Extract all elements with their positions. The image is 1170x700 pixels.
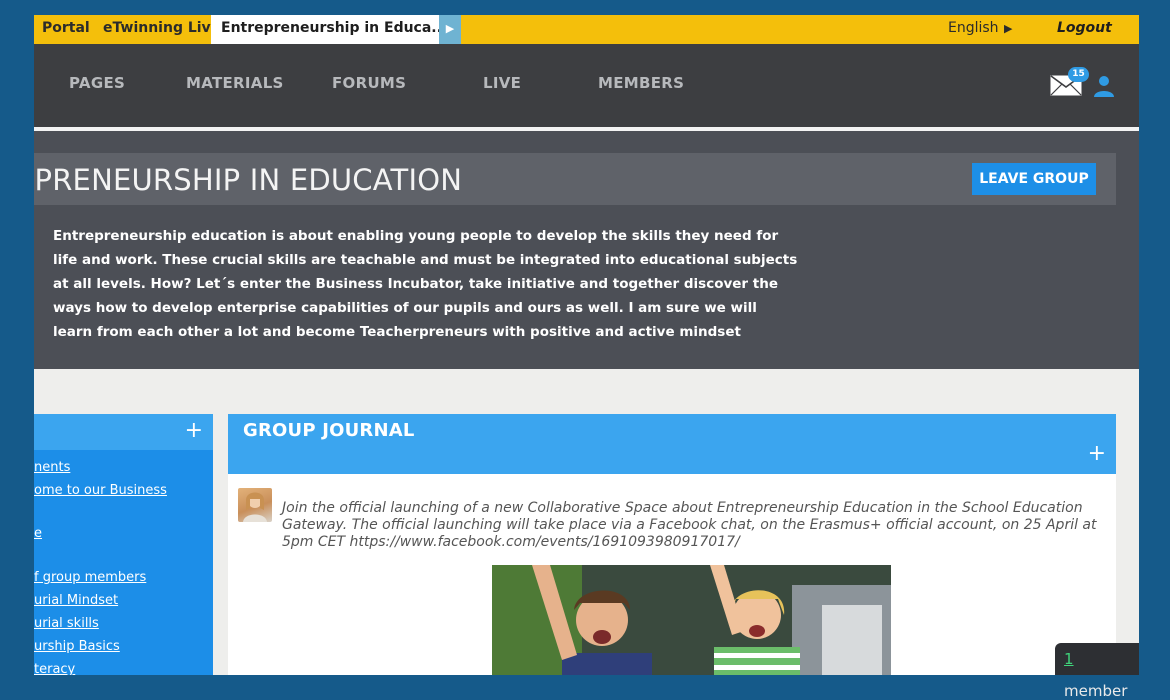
nav-materials[interactable]: MATERIALS xyxy=(186,74,284,92)
journal-post-text: Join the official launching of a new Col… xyxy=(282,500,1097,550)
title-bar: EPRENEURSHIP IN EDUCATION xyxy=(34,153,1116,205)
journal-title: GROUP JOURNAL xyxy=(243,420,415,441)
member-count[interactable]: 1 xyxy=(1064,650,1074,668)
page-frame: Portal eTwinning Live Entrepreneurship i… xyxy=(34,15,1139,675)
mail-badge: 15 xyxy=(1068,67,1089,82)
etwinning-live-link[interactable]: eTwinning Live xyxy=(103,15,220,44)
journal-expand-plus-icon[interactable]: + xyxy=(1088,441,1106,466)
language-arrow-icon[interactable]: ▶ xyxy=(1004,15,1012,44)
portal-link[interactable]: Portal xyxy=(42,15,90,44)
logout-link[interactable]: Logout xyxy=(1057,15,1112,44)
post-image[interactable] xyxy=(492,565,891,675)
left-link-1[interactable]: nents xyxy=(34,460,70,475)
left-link-8[interactable]: teracy xyxy=(34,662,75,675)
group-title: EPRENEURSHIP IN EDUCATION xyxy=(34,163,463,197)
play-icon[interactable]: ▶ xyxy=(439,15,461,44)
group-journal: GROUP JOURNAL + Join the official launch… xyxy=(228,414,1116,675)
left-link-4[interactable]: f group members xyxy=(34,570,146,585)
left-link-2[interactable]: ome to our Business xyxy=(34,483,167,498)
nav-live[interactable]: LIVE xyxy=(483,74,521,92)
group-description: Entrepreneurship education is about enab… xyxy=(53,228,798,340)
left-link-7[interactable]: urship Basics xyxy=(34,639,120,654)
user-icon[interactable] xyxy=(1092,74,1116,98)
main-nav: PAGES MATERIALS FORUMS LIVE MEMBERS 15 xyxy=(34,44,1139,127)
left-panel-header: + xyxy=(34,414,213,450)
leave-group-button[interactable]: LEAVE GROUP xyxy=(972,163,1096,195)
nav-pages[interactable]: PAGES xyxy=(69,74,125,92)
left-link-3[interactable]: e xyxy=(34,526,42,541)
left-panel: + nents ome to our Business e f group me… xyxy=(34,414,213,675)
nav-forums[interactable]: FORUMS xyxy=(332,74,406,92)
language-selector[interactable]: English xyxy=(948,15,999,44)
nav-members[interactable]: MEMBERS xyxy=(598,74,684,92)
journal-header: GROUP JOURNAL + xyxy=(228,414,1116,474)
member-count-pill[interactable]: 1 member xyxy=(1055,643,1139,700)
avatar[interactable] xyxy=(238,488,272,522)
active-group-tab[interactable]: Entrepreneurship in Educa... xyxy=(211,15,447,44)
left-link-6[interactable]: urial skills xyxy=(34,616,99,631)
group-header: EPRENEURSHIP IN EDUCATION LEAVE GROUP En… xyxy=(34,131,1139,369)
left-link-5[interactable]: urial Mindset xyxy=(34,593,118,608)
top-bar: Portal eTwinning Live Entrepreneurship i… xyxy=(34,15,1139,44)
member-label: member xyxy=(1064,682,1128,700)
expand-plus-icon[interactable]: + xyxy=(185,418,203,443)
